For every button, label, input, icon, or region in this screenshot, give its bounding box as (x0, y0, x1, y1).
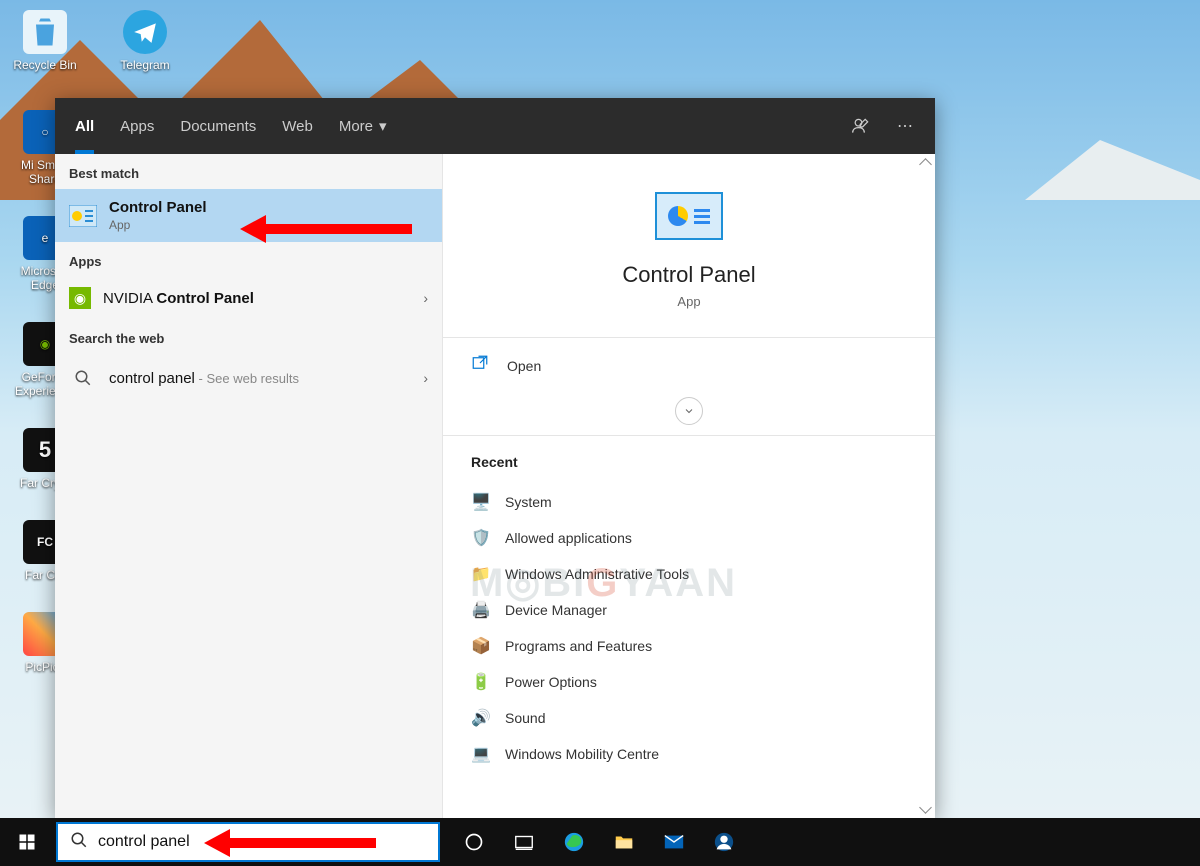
chevron-right-icon: › (423, 290, 428, 306)
result-title: NVIDIA Control Panel (103, 290, 411, 307)
recent-item-mobility[interactable]: 💻 Windows Mobility Centre (471, 736, 907, 772)
result-title: Control Panel (109, 199, 428, 216)
result-nvidia-control-panel[interactable]: ◉ NVIDIA Control Panel › (55, 277, 442, 319)
detail-subtitle: App (463, 294, 915, 309)
recent-item-programs[interactable]: 📦 Programs and Features (471, 628, 907, 664)
shield-icon: 🛡️ (471, 528, 491, 548)
taskbar-search-box[interactable] (56, 822, 440, 862)
section-best-match: Best match (55, 154, 442, 189)
system-icon: 🖥️ (471, 492, 491, 512)
device-icon: 🖨️ (471, 600, 491, 620)
telegram-icon (123, 10, 167, 54)
open-icon (471, 354, 491, 377)
action-label: Open (507, 358, 541, 374)
taskbar-edge[interactable] (550, 818, 598, 866)
mobility-icon: 💻 (471, 744, 491, 764)
programs-icon: 📦 (471, 636, 491, 656)
nvidia-icon: ◉ (69, 287, 91, 309)
expand-actions-button[interactable] (675, 397, 703, 425)
recent-item-admin-tools[interactable]: 📁 Windows Administrative Tools (471, 556, 907, 592)
desktop-icon-label: Recycle Bin (10, 58, 80, 72)
tab-web[interactable]: Web (282, 98, 313, 154)
taskbar-mail[interactable] (650, 818, 698, 866)
desktop-icon-recycle-bin[interactable]: Recycle Bin (10, 10, 80, 72)
chevron-right-icon: › (423, 370, 428, 386)
search-icon (69, 364, 97, 392)
recycle-bin-icon (23, 10, 67, 54)
recent-item-system[interactable]: 🖥️ System (471, 484, 907, 520)
search-header: All Apps Documents Web More ▾ ⋯ (55, 98, 935, 154)
tab-more[interactable]: More ▾ (339, 98, 387, 154)
desktop-icon-label: Telegram (110, 58, 180, 72)
folder-icon: 📁 (471, 564, 491, 584)
tab-all[interactable]: All (75, 98, 94, 154)
control-panel-icon (655, 192, 723, 240)
cortana-button[interactable] (450, 818, 498, 866)
detail-pane: Control Panel App Open (443, 154, 935, 818)
recent-item-power[interactable]: 🔋 Power Options (471, 664, 907, 700)
start-search-panel: All Apps Documents Web More ▾ ⋯ Best mat… (55, 98, 935, 818)
result-title: control panel - See web results (109, 370, 411, 387)
section-apps: Apps (55, 242, 442, 277)
sound-icon: 🔊 (471, 708, 491, 728)
recent-label: Recent (471, 454, 907, 470)
task-view-button[interactable] (500, 818, 548, 866)
desktop-background: Recycle Bin Telegram ○Mi Smart Share eMi… (0, 0, 1200, 866)
result-control-panel[interactable]: Control Panel App (55, 189, 442, 242)
section-web: Search the web (55, 319, 442, 354)
power-icon: 🔋 (471, 672, 491, 692)
detail-title: Control Panel (463, 262, 915, 288)
search-icon (70, 831, 88, 854)
result-subtitle: App (109, 218, 428, 232)
results-pane: Best match Control Panel App Apps ◉ NVID… (55, 154, 443, 818)
feedback-icon[interactable] (851, 116, 871, 136)
tab-documents[interactable]: Documents (180, 98, 256, 154)
scrollbar[interactable] (917, 156, 933, 816)
desktop-icon-telegram[interactable]: Telegram (110, 10, 180, 72)
taskbar-account[interactable] (700, 818, 748, 866)
start-button[interactable] (0, 818, 54, 866)
chevron-down-icon: ▾ (379, 117, 387, 135)
taskbar-file-explorer[interactable] (600, 818, 648, 866)
recent-item-device-manager[interactable]: 🖨️ Device Manager (471, 592, 907, 628)
recent-item-sound[interactable]: 🔊 Sound (471, 700, 907, 736)
control-panel-icon (69, 202, 97, 230)
action-open[interactable]: Open (443, 338, 935, 393)
recent-item-allowed-apps[interactable]: 🛡️ Allowed applications (471, 520, 907, 556)
tab-apps[interactable]: Apps (120, 98, 154, 154)
result-web-search[interactable]: control panel - See web results › (55, 354, 442, 402)
more-options-icon[interactable]: ⋯ (895, 116, 915, 136)
taskbar (0, 818, 1200, 866)
search-input[interactable] (98, 833, 426, 851)
